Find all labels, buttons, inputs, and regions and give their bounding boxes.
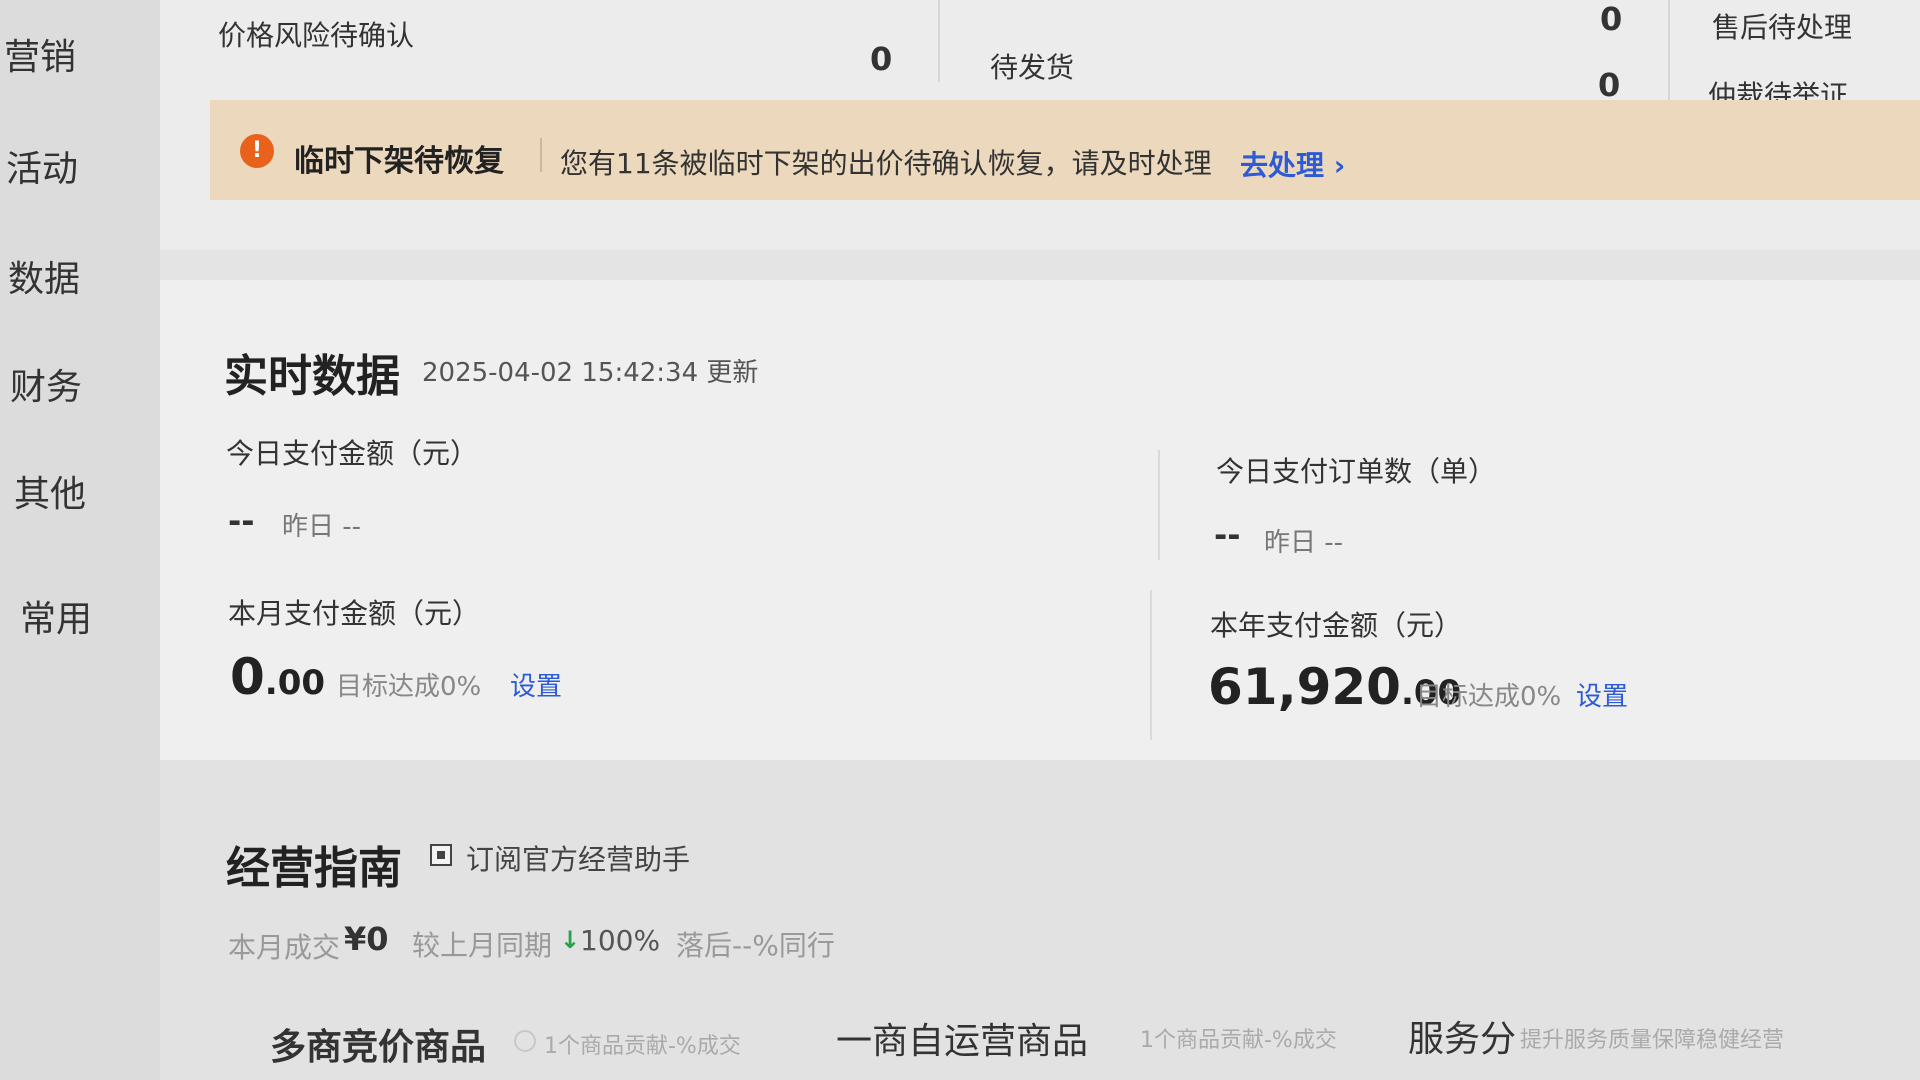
tab-self-operated-hint: 1个商品贡献-%成交 <box>1140 1028 1337 1053</box>
month-amount-label: 本月支付金额（元） <box>228 597 481 630</box>
sidebar: 营销 活动 数据 财务 其他 常用 <box>0 0 160 1080</box>
alert-title: 临时下架待恢复 <box>294 144 504 179</box>
sidebar-item-activity[interactable]: 活动 <box>6 140 166 192</box>
go-handle-link[interactable]: 去处理 › <box>1240 144 1345 184</box>
update-timestamp: 2025-04-02 15:42:34 更新 <box>422 358 759 388</box>
alert-banner: ! 临时下架待恢复 您有11条被临时下架的出价待确认恢复，请及时处理 去处理 › <box>210 100 1920 200</box>
after-sales-count[interactable]: 0 <box>1600 0 1622 38</box>
compare-label: 较上月同期 <box>412 929 553 962</box>
warning-icon: ! <box>240 134 274 168</box>
month-amount-value: 0.00 <box>230 648 326 706</box>
price-risk-count[interactable]: 0 <box>870 40 892 78</box>
guide-title: 经营指南 <box>226 843 402 894</box>
compare-value: 100% <box>580 924 661 957</box>
divider <box>1668 0 1670 100</box>
today-orders-yesterday: 昨日 -- <box>1264 528 1344 558</box>
todo-card: 价格风险待确认 0 待发货 0 0 售后待处理 仲裁待举证 ! 临时下架待恢复 … <box>160 0 1920 250</box>
today-amount-yesterday: 昨日 -- <box>282 512 362 542</box>
year-goal-set-link[interactable]: 设置 <box>1576 676 1628 713</box>
divider <box>540 138 542 172</box>
price-risk-label[interactable]: 价格风险待确认 <box>218 14 414 54</box>
today-amount-label: 今日支付金额（元） <box>226 437 479 470</box>
sidebar-item-finance[interactable]: 财务 <box>10 358 170 410</box>
main-content: 价格风险待确认 0 待发货 0 0 售后待处理 仲裁待举证 ! 临时下架待恢复 … <box>160 0 1920 1080</box>
arbitration-count[interactable]: 0 <box>1598 66 1620 104</box>
month-goal-progress: 目标达成0% <box>336 672 482 702</box>
realtime-data-card: 实时数据 2025-04-02 15:42:34 更新 今日支付金额（元） --… <box>160 280 1920 760</box>
tab-service-score[interactable]: 服务分 <box>1408 1010 1516 1062</box>
month-deal-label: 本月成交 <box>228 931 341 964</box>
alert-message: 您有11条被临时下架的出价待确认恢复，请及时处理 <box>560 147 1212 180</box>
after-sales-label[interactable]: 售后待处理 <box>1712 6 1852 46</box>
sidebar-item-common[interactable]: 常用 <box>20 590 180 642</box>
realtime-title: 实时数据 <box>224 351 400 402</box>
sidebar-item-marketing[interactable]: 营销 <box>4 28 164 80</box>
year-goal-progress: 目标达成0% <box>1416 682 1562 712</box>
subscribe-assistant-link[interactable]: 订阅官方经营助手 <box>466 838 690 878</box>
today-amount-value: -- <box>228 502 255 540</box>
year-amount-label: 本年支付金额（元） <box>1210 609 1463 642</box>
business-guide-section: 经营指南 订阅官方经营助手 本月成交 ¥0 较上月同期 ↓ 100% 落后--%… <box>160 760 1920 1080</box>
info-icon <box>514 1030 536 1052</box>
divider <box>938 0 940 82</box>
today-orders-label: 今日支付订单数（单） <box>1216 455 1497 488</box>
month-goal-set-link[interactable]: 设置 <box>510 666 562 703</box>
tab-service-score-hint: 提升服务质量保障稳健经营 <box>1520 1028 1785 1053</box>
tab-self-operated-products[interactable]: 一商自运营商品 <box>836 1012 1088 1064</box>
peer-lag-text: 落后--%同行 <box>676 929 835 962</box>
month-deal-value: ¥0 <box>344 920 389 958</box>
pending-ship-label[interactable]: 待发货 <box>990 46 1074 86</box>
tab-multi-bid-products[interactable]: 多商竞价商品 <box>270 1018 486 1070</box>
today-orders-value: -- <box>1214 516 1241 554</box>
checkbox-icon[interactable] <box>430 844 452 866</box>
down-arrow-icon: ↓ <box>560 926 581 954</box>
sidebar-item-other[interactable]: 其他 <box>14 465 174 517</box>
divider <box>1158 450 1160 560</box>
tab-multi-bid-hint: 1个商品贡献-%成交 <box>544 1034 741 1059</box>
sidebar-item-data[interactable]: 数据 <box>8 250 168 302</box>
divider <box>1150 590 1152 740</box>
